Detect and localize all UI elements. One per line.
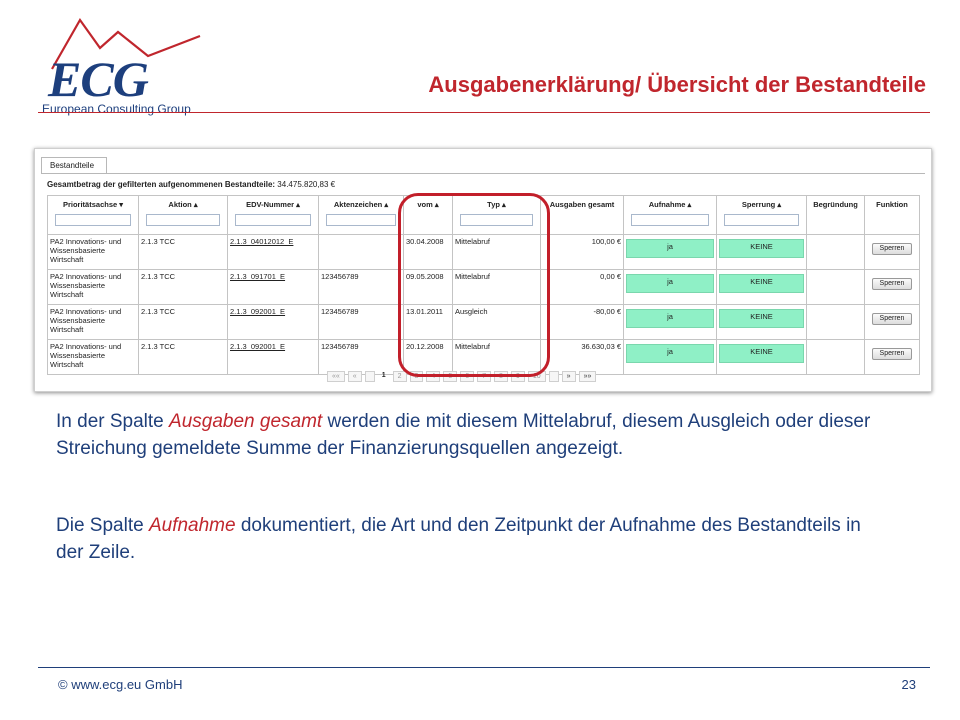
cell-ausgaben: 100,00 € (540, 234, 624, 270)
cell-aktenzeichen: 123456789 (318, 304, 404, 340)
cell-prio: PA2 Innovations- und Wissensbasierte Wir… (47, 269, 139, 305)
cell-edv-link[interactable]: 2.1.3_04012012_E (227, 234, 319, 270)
cell-edv-link[interactable]: 2.1.3_092001_E (227, 339, 319, 375)
total-value: 34.475.820,83 € (277, 180, 336, 189)
tab-divider (41, 173, 925, 174)
total-summary: Gesamtbetrag der gefilterten aufgenommen… (47, 180, 335, 189)
cell-ausgaben: 0,00 € (540, 269, 624, 305)
prev-page-button[interactable]: « (347, 371, 362, 382)
sperrung-badge: KEINE (719, 344, 804, 363)
cell-begruendung (806, 234, 865, 270)
first-page-button[interactable]: «« (327, 371, 345, 382)
total-label: Gesamtbetrag der gefilterten aufgenommen… (47, 180, 276, 189)
col-begruendung: Begründung (806, 195, 865, 235)
cell-aktion: 2.1.3 TCC (138, 234, 228, 270)
logo-text: ECG (48, 51, 149, 107)
cell-prio: PA2 Innovations- und Wissensbasierte Wir… (47, 234, 139, 270)
col-aktion[interactable]: Aktion ▴ (138, 195, 228, 235)
cell-edv-link[interactable]: 2.1.3_091701_E (227, 269, 319, 305)
col-ausgaben-gesamt: Ausgaben gesamt (540, 195, 624, 235)
cell-aktion: 2.1.3 TCC (138, 304, 228, 340)
cell-aktenzeichen (318, 234, 404, 270)
filter-input[interactable] (631, 214, 709, 226)
cell-aufnahme: ja (623, 269, 717, 305)
cell-aktion: 2.1.3 TCC (138, 269, 228, 305)
slide-title: Ausgabenerklärung/ Übersicht der Bestand… (428, 72, 926, 97)
p2-text-a: Die Spalte (56, 515, 149, 536)
cell-begruendung (806, 339, 865, 375)
cell-begruendung (806, 269, 865, 305)
page-2[interactable]: 2 (392, 371, 407, 382)
last-page-button[interactable]: »» (578, 371, 597, 382)
cell-aufnahme: ja (623, 339, 717, 375)
filter-input[interactable] (55, 214, 131, 226)
p1-emphasis: Ausgaben gesamt (169, 411, 323, 432)
cell-sperrung: KEINE (716, 234, 807, 270)
cell-aktion: 2.1.3 TCC (138, 339, 228, 375)
cell-funktion: Sperren (864, 269, 920, 305)
filter-input[interactable] (145, 214, 221, 226)
footer-divider (38, 667, 930, 668)
cell-sperrung: KEINE (716, 304, 807, 340)
logo-subtitle: European Consulting Group (42, 102, 191, 116)
paragraph-aufnahme: Die Spalte Aufnahme dokumentiert, die Ar… (56, 512, 886, 566)
p1-text-a: In der Spalte (56, 411, 170, 432)
p2-emphasis: Aufnahme (148, 515, 236, 536)
cell-sperrung: KEINE (716, 339, 807, 375)
filter-input[interactable] (723, 214, 800, 226)
cell-prio: PA2 Innovations- und Wissensbasierte Wir… (47, 304, 139, 340)
page-number: 23 (901, 677, 916, 692)
cell-aktenzeichen: 123456789 (318, 339, 404, 375)
sperren-button[interactable]: Sperren (872, 348, 912, 360)
cell-prio: PA2 Innovations- und Wissensbasierte Wir… (47, 339, 139, 375)
col-aktenzeichen[interactable]: Aktenzeichen ▴ (318, 195, 404, 235)
ecg-logo: ECG European Consulting Group (38, 14, 213, 116)
col-aufnahme[interactable]: Aufnahme ▴ (623, 195, 717, 235)
filter-input[interactable] (235, 214, 311, 226)
paragraph-ausgaben: In der Spalte Ausgaben gesamt werden die… (56, 408, 886, 462)
sperrung-badge: KEINE (719, 239, 804, 258)
cell-ausgaben: -80,00 € (540, 304, 624, 340)
aufnahme-badge: ja (626, 274, 714, 293)
footer-copyright: © www.ecg.eu GmbH (58, 677, 183, 692)
cell-ausgaben: 36.630,03 € (540, 339, 624, 375)
cell-funktion: Sperren (864, 339, 920, 375)
sperrung-badge: KEINE (719, 274, 804, 293)
aufnahme-badge: ja (626, 239, 714, 258)
filter-input[interactable] (325, 214, 397, 226)
page-spacer (548, 371, 559, 382)
tab-bestandteile[interactable]: Bestandteile (41, 157, 107, 173)
aufnahme-badge: ja (626, 344, 714, 363)
col-edv-nummer[interactable]: EDV-Nummer ▴ (227, 195, 319, 235)
page-spacer (364, 371, 375, 382)
cell-funktion: Sperren (864, 234, 920, 270)
sperrung-badge: KEINE (719, 309, 804, 328)
cell-edv-link[interactable]: 2.1.3_092001_E (227, 304, 319, 340)
cell-aufnahme: ja (623, 234, 717, 270)
cell-sperrung: KEINE (716, 269, 807, 305)
next-page-button[interactable]: » (561, 371, 576, 382)
cell-funktion: Sperren (864, 304, 920, 340)
aufnahme-badge: ja (626, 309, 714, 328)
sperren-button[interactable]: Sperren (872, 278, 912, 290)
cell-begruendung (806, 304, 865, 340)
cell-aktenzeichen: 123456789 (318, 269, 404, 305)
title-divider (38, 112, 930, 113)
highlight-circle (398, 193, 550, 377)
sperren-button[interactable]: Sperren (872, 313, 912, 325)
cell-aufnahme: ja (623, 304, 717, 340)
page-1[interactable]: 1 (378, 371, 390, 382)
col-funktion: Funktion (864, 195, 920, 235)
col-prioritaetsachse[interactable]: Prioritätsachse ▾ (47, 195, 139, 235)
col-sperrung[interactable]: Sperrung ▴ (716, 195, 807, 235)
sperren-button[interactable]: Sperren (872, 243, 912, 255)
